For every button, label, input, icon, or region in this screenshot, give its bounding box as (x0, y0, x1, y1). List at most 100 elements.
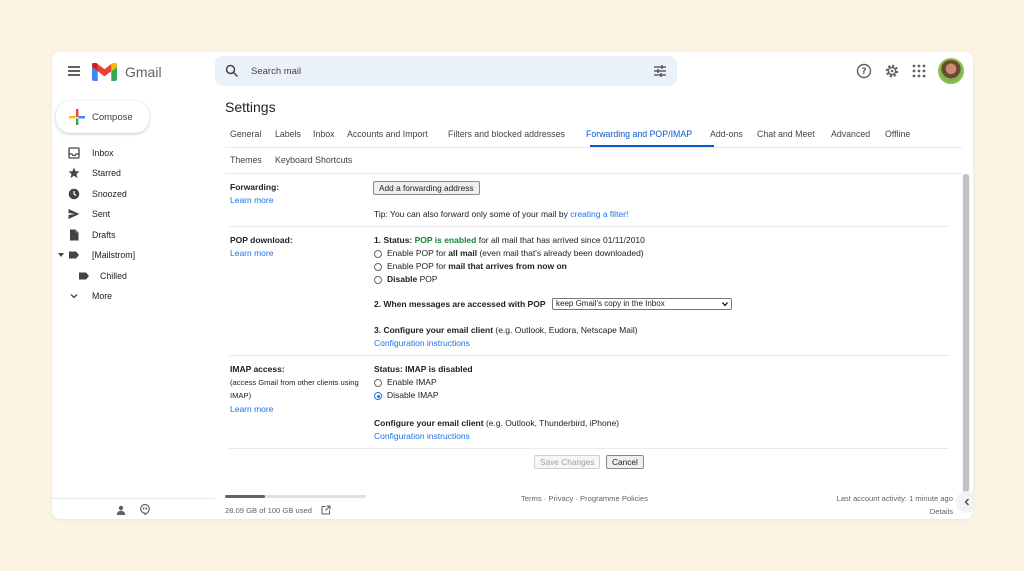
pop-access-select-value: keep Gmail's copy in the Inbox (556, 299, 665, 308)
sidebar-item-sent[interactable]: Sent (52, 204, 212, 224)
search-options-icon[interactable] (653, 64, 667, 78)
gmail-logo-icon (92, 63, 117, 81)
configure-rest: (e.g. Outlook, Thunderbird, iPhone) (483, 418, 620, 428)
divider (229, 448, 949, 449)
details-link[interactable]: Details (930, 507, 953, 516)
search-input[interactable]: Search mail (251, 66, 301, 77)
creating-filter-link[interactable]: creating a filter! (570, 209, 628, 219)
vertical-scrollbar[interactable] (962, 174, 970, 494)
opt-bold: mail that arrives from now on (448, 261, 567, 271)
sidebar-item-label: Inbox (92, 148, 114, 158)
label-icon (79, 272, 89, 280)
person-icon[interactable] (116, 505, 126, 515)
footer-links[interactable]: Terms · Privacy · Programme Policies (521, 494, 648, 503)
svg-text:?: ? (861, 67, 866, 77)
tab-offline[interactable]: Offline (885, 129, 910, 139)
compose-button[interactable]: Compose (56, 101, 149, 133)
pop-from-now-option: Enable POP for mail that arrives from no… (387, 261, 567, 271)
sidebar-item-label: [Mailstrom] (92, 250, 136, 260)
forwarding-tip: Tip: You can also forward only some of y… (374, 209, 628, 219)
imap-disable-radio[interactable] (374, 392, 382, 400)
sidebar-item-label: Sent (92, 209, 111, 219)
tab-add-ons[interactable]: Add-ons (710, 129, 743, 139)
clock-icon (68, 188, 80, 200)
tab-themes[interactable]: Themes (230, 155, 262, 165)
top-bar: Gmail Search mail ? (52, 52, 973, 92)
help-icon[interactable]: ? (856, 63, 872, 79)
star-icon (68, 167, 80, 178)
pop-learn-more-link[interactable]: Learn more (230, 248, 273, 258)
settings-tabs-row-1: General Labels Inbox Accounts and Import… (225, 124, 962, 148)
cancel-button[interactable]: Cancel (606, 455, 644, 469)
imap-disable-option: Disable IMAP (387, 390, 439, 400)
tab-keyboard-shortcuts[interactable]: Keyboard Shortcuts (275, 155, 352, 165)
external-link-icon[interactable] (321, 505, 331, 515)
label-icon (69, 251, 79, 259)
tab-labels[interactable]: Labels (275, 129, 301, 139)
compose-label: Compose (92, 112, 133, 123)
sidebar-item-label: More (92, 291, 113, 301)
pop-all-mail-radio[interactable] (374, 250, 382, 258)
opt-text: (even mail that's already been downloade… (477, 248, 644, 258)
page-title: Settings (225, 99, 276, 115)
imap-enable-radio[interactable] (374, 379, 382, 387)
configure-rest: (e.g. Outlook, Eudora, Netscape Mail) (493, 325, 638, 335)
sidebar-item-starred[interactable]: Starred (52, 163, 212, 183)
hangouts-icon[interactable] (140, 504, 150, 515)
sidebar-item-more[interactable]: More (52, 286, 212, 306)
search-bar[interactable]: Search mail (215, 56, 677, 86)
pop-disable-radio[interactable] (374, 276, 382, 284)
brand-name: Gmail (125, 64, 162, 80)
tab-advanced[interactable]: Advanced (831, 129, 870, 139)
tab-inbox[interactable]: Inbox (313, 129, 335, 139)
tab-forwarding-and-pop-imap[interactable]: Forwarding and POP/IMAP (586, 129, 692, 139)
tab-chat-and-meet[interactable]: Chat and Meet (757, 129, 815, 139)
imap-configure-client: Configure your email client (e.g. Outloo… (374, 418, 619, 428)
search-icon[interactable] (225, 64, 239, 78)
pop-access-select[interactable]: keep Gmail's copy in the Inbox (552, 298, 732, 310)
side-panel-toggle-button[interactable] (956, 491, 973, 513)
scrollbar-thumb[interactable] (963, 174, 969, 492)
gear-icon[interactable] (884, 63, 900, 79)
tab-accounts-and-import[interactable]: Accounts and Import (347, 129, 428, 139)
main-content: Settings General Labels Inbox Accounts a… (215, 92, 973, 519)
tip-text: Tip: You can also forward only some of y… (374, 209, 571, 219)
avatar[interactable] (938, 58, 964, 84)
sidebar-item-label: Snoozed (92, 189, 127, 199)
pop-from-now-radio[interactable] (374, 263, 382, 271)
sidebar-item-chilled[interactable]: Chilled (52, 266, 212, 286)
sidebar-item-label: Chilled (100, 271, 127, 281)
sidebar-item-inbox[interactable]: Inbox (52, 143, 212, 163)
chevron-left-icon (964, 498, 969, 506)
hamburger-menu-icon[interactable] (68, 66, 80, 76)
opt-bold: all mail (448, 248, 478, 258)
imap-access-label: IMAP access: (230, 364, 285, 374)
pop-configuration-instructions-link[interactable]: Configuration instructions (374, 338, 470, 348)
inbox-icon (68, 147, 80, 159)
tab-filters-and-blocked-addresses[interactable]: Filters and blocked addresses (448, 129, 565, 139)
opt-text: Enable POP for (387, 261, 449, 271)
plus-icon (69, 109, 85, 125)
tab-general[interactable]: General (230, 129, 261, 139)
settings-tabs-row-2: Themes Keyboard Shortcuts (225, 150, 962, 174)
forwarding-learn-more-link[interactable]: Learn more (230, 195, 273, 205)
opt-text: Enable POP for (387, 248, 449, 258)
send-icon (68, 209, 80, 219)
pop-download-label: POP download: (230, 235, 293, 245)
save-changes-button[interactable]: Save Changes (534, 455, 601, 469)
imap-configuration-instructions-link[interactable]: Configuration instructions (374, 431, 470, 441)
gmail-window: Gmail Search mail ? Compose Inbox Starre… (52, 52, 973, 519)
opt-bold: Disable (387, 274, 418, 284)
add-forwarding-address-button[interactable]: Add a forwarding address (373, 181, 480, 195)
sidebar-item-mailstrom[interactable]: [Mailstrom] (52, 245, 212, 265)
sidebar-item-drafts[interactable]: Drafts (52, 225, 212, 245)
expand-arrow-icon[interactable] (58, 253, 64, 257)
sidebar-item-snoozed[interactable]: Snoozed (52, 184, 212, 204)
apps-grid-icon[interactable] (912, 64, 926, 78)
pop-access-label: 2. When messages are accessed with POP (374, 299, 546, 309)
imap-enable-option: Enable IMAP (387, 377, 437, 387)
pop-status-suffix: for all mail that has arrived since 01/1… (476, 235, 645, 245)
divider (229, 226, 949, 227)
imap-status: Status: IMAP is disabled (374, 364, 473, 374)
imap-learn-more-link[interactable]: Learn more (230, 404, 273, 414)
